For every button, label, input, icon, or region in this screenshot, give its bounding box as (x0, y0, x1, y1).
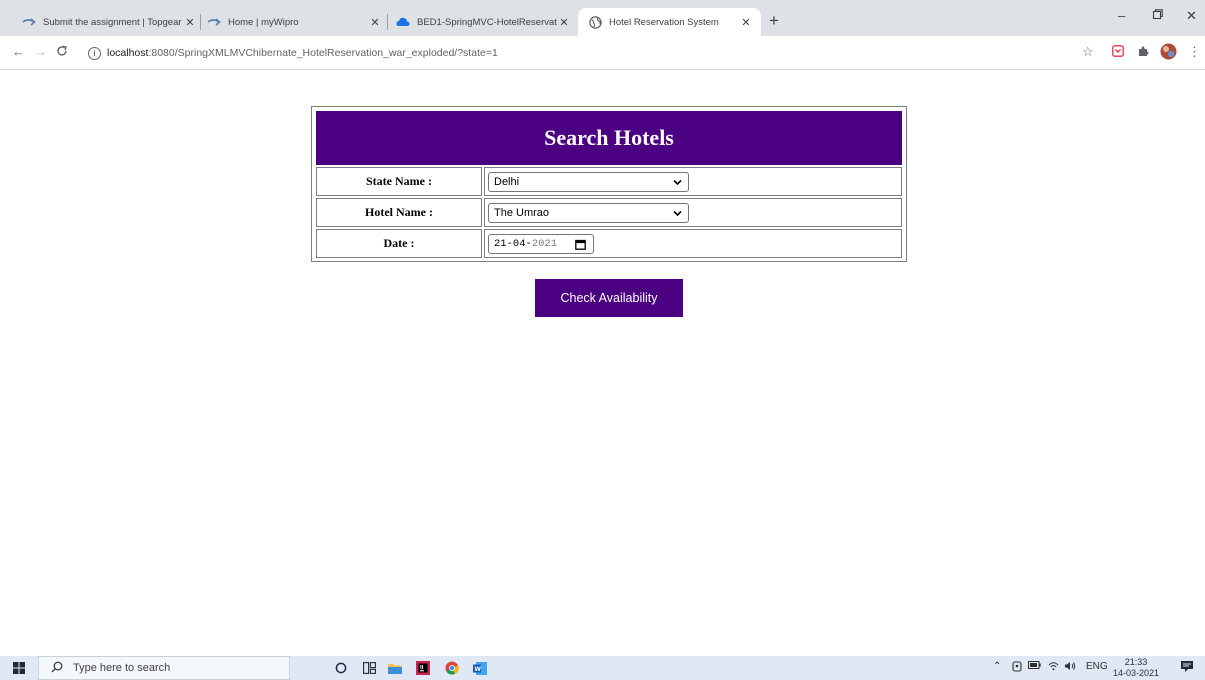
address-bar[interactable]: i localhost :8080/SpringXMLMVChibernate_… (88, 43, 498, 63)
date-input[interactable]: 21-04- 2021 (488, 233, 594, 254)
tab-close-icon[interactable]: ✕ (557, 16, 571, 29)
new-tab-icon[interactable]: + (769, 12, 779, 29)
tab-bed1[interactable]: BED1-SpringMVC-HotelReservati ✕ (396, 8, 571, 36)
wipro-arrow-icon (207, 15, 221, 29)
browser-toolbar: ← → i localhost :8080/SpringXMLMVChibern… (0, 36, 1205, 70)
state-select-value: Delhi (494, 175, 520, 188)
chevron-down-icon (673, 179, 682, 185)
hotel-label: Hotel Name : (316, 198, 482, 227)
cloud-icon (396, 15, 410, 29)
clock-time: 21:33 (1124, 657, 1148, 667)
taskbar-search-placeholder: Type here to search (73, 662, 171, 674)
chevron-down-icon (673, 210, 682, 216)
volume-icon[interactable] (1064, 661, 1076, 674)
hotel-select[interactable]: The Umrao (488, 202, 689, 223)
topgear-arrow-icon (22, 15, 36, 29)
battery-icon[interactable] (1028, 661, 1041, 672)
screen: Submit the assignment | Topgear ✕ Home |… (0, 0, 1205, 680)
date-label: Date : (316, 229, 482, 258)
windows-taskbar: Type here to search IJ W ⌃ ENG 21:33 14-… (0, 656, 1205, 680)
tab-hotel-reservation[interactable]: Hotel Reservation System ✕ (578, 8, 761, 36)
date-row: Date : 21-04- 2021 (316, 229, 902, 258)
pocket-extension-icon[interactable] (1112, 45, 1124, 60)
calendar-icon[interactable] (575, 239, 586, 250)
bookmark-star-icon[interactable]: ☆ (1082, 45, 1094, 59)
site-info-icon[interactable]: i (88, 46, 101, 60)
language-indicator[interactable]: ENG (1086, 661, 1108, 672)
minimize-icon[interactable]: – (1118, 8, 1125, 23)
tab-topgear[interactable]: Submit the assignment | Topgear ✕ (22, 8, 197, 36)
task-view-icon[interactable] (360, 659, 378, 677)
tab-close-icon[interactable]: ✕ (183, 16, 197, 29)
tab-title: Submit the assignment | Topgear (43, 16, 182, 28)
state-row: State Name : Delhi (316, 167, 902, 196)
hotel-row: Hotel Name : The Umrao (316, 198, 902, 227)
chrome-icon[interactable] (443, 659, 461, 677)
file-explorer-icon[interactable] (386, 659, 404, 677)
search-icon (51, 661, 63, 676)
taskbar-search-box[interactable]: Type here to search (38, 656, 290, 680)
globe-icon (588, 15, 602, 29)
tab-close-icon[interactable]: ✕ (739, 16, 753, 29)
url-host: localhost (107, 47, 149, 59)
taskbar-clock[interactable]: 21:33 14-03-2021 (1113, 657, 1159, 679)
intellij-idea-icon[interactable]: IJ (414, 659, 432, 677)
close-window-icon[interactable]: ✕ (1186, 8, 1197, 24)
word-icon[interactable]: W (471, 659, 489, 677)
state-select[interactable]: Delhi (488, 171, 689, 192)
windows-start-icon[interactable] (10, 659, 28, 677)
hotel-select-value: The Umrao (494, 206, 550, 219)
menu-dots-icon[interactable]: ⋮ (1188, 45, 1201, 59)
tab-close-icon[interactable]: ✕ (368, 16, 382, 29)
profile-avatar-icon[interactable] (1160, 43, 1177, 63)
tab-separator (387, 14, 388, 30)
svg-text:IJ: IJ (420, 665, 424, 671)
state-label: State Name : (316, 167, 482, 196)
extensions-puzzle-icon[interactable] (1137, 45, 1149, 60)
svg-text:W: W (474, 666, 481, 673)
check-availability-button[interactable]: Check Availability (535, 279, 683, 317)
clock-date: 14-03-2021 (1113, 668, 1160, 678)
date-value-day-month: 21-04- (494, 237, 532, 250)
search-hotels-form: Search Hotels State Name : Delhi Hotel N… (311, 106, 907, 262)
date-value-year: 2021 (531, 237, 558, 250)
cortana-icon[interactable] (332, 659, 350, 677)
meet-now-icon[interactable] (1012, 661, 1022, 675)
back-icon[interactable]: ← (12, 45, 25, 59)
tab-separator (200, 14, 201, 30)
wifi-icon[interactable] (1048, 661, 1059, 674)
tab-title: BED1-SpringMVC-HotelReservati (417, 16, 557, 28)
tab-title: Hotel Reservation System (609, 16, 719, 28)
form-heading: Search Hotels (316, 111, 902, 165)
forward-icon[interactable]: → (34, 45, 47, 59)
reload-icon[interactable] (56, 45, 68, 60)
browser-tabstrip: Submit the assignment | Topgear ✕ Home |… (0, 0, 1205, 36)
notifications-icon[interactable] (1180, 660, 1194, 676)
tab-mywipro[interactable]: Home | myWipro ✕ (207, 8, 382, 36)
tab-title: Home | myWipro (228, 16, 299, 28)
tray-chevron-up-icon[interactable]: ⌃ (993, 661, 1001, 672)
restore-icon[interactable] (1152, 8, 1163, 23)
search-form-table: Search Hotels State Name : Delhi Hotel N… (314, 109, 904, 260)
url-path: :8080/SpringXMLMVChibernate_HotelReserva… (148, 47, 498, 59)
